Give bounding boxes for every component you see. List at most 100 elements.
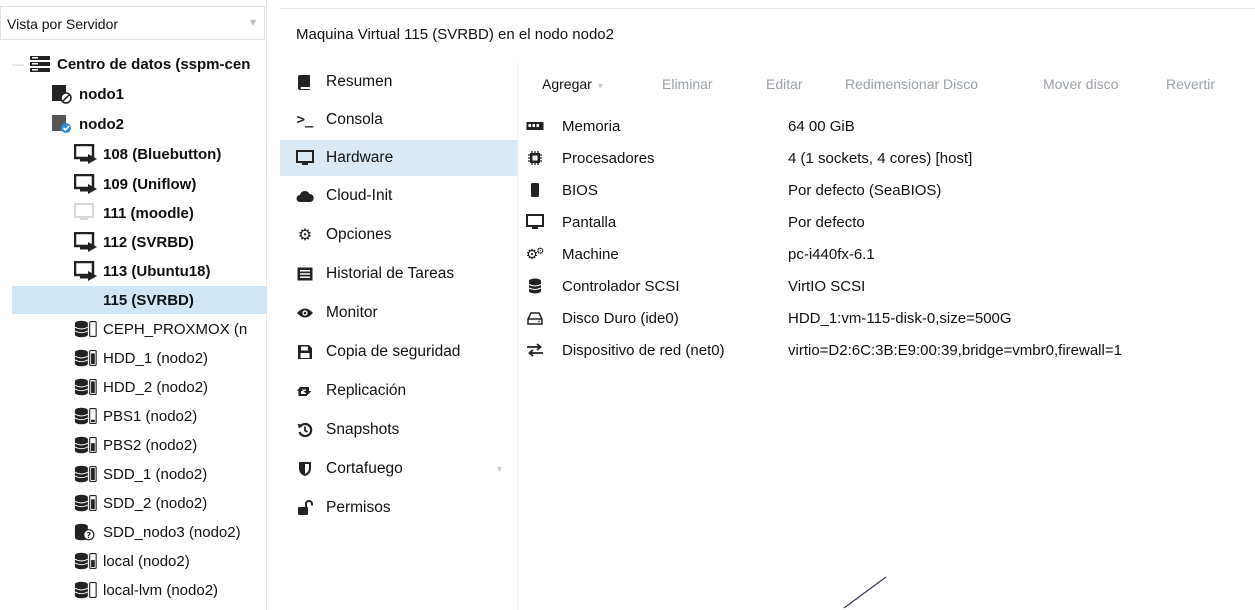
add-button[interactable]: Agregar ▾	[542, 76, 603, 92]
nav-item-cortafuego[interactable]: Cortafuego ▾	[280, 451, 518, 487]
nav-item-historial[interactable]: Historial de Tareas	[280, 256, 518, 292]
hardware-row-bios[interactable]: BIOS Por defecto (SeaBIOS)	[518, 174, 1255, 206]
resize-disk-button[interactable]: Redimensionar Disco	[845, 76, 978, 92]
storage-icon	[74, 580, 98, 600]
nav-item-label: Hardware	[326, 149, 394, 166]
nav-item-label: Monitor	[326, 304, 378, 321]
remove-button[interactable]: Eliminar	[662, 76, 713, 92]
nav-item-resumen[interactable]: Resumen	[280, 64, 518, 100]
tree-item-nodo2[interactable]: nodo2	[0, 110, 267, 138]
vm-running-icon	[74, 174, 98, 194]
hardware-row-scsi[interactable]: Controlador SCSI VirtIO SCSI	[518, 270, 1255, 302]
tree-item-storage-local[interactable]: local (nodo2)	[0, 547, 267, 575]
vm-selected-icon	[74, 290, 98, 310]
tree-item-label: local-lvm (nodo2)	[103, 581, 219, 599]
nav-item-opciones[interactable]: ⚙ Opciones	[280, 217, 518, 253]
hardware-name: Dispositivo de red (net0)	[562, 341, 725, 359]
tree-item-storage-sdd1[interactable]: SDD_1 (nodo2)	[0, 460, 267, 488]
hardware-row-disco[interactable]: Disco Duro (ide0) HDD_1:vm-115-disk-0,si…	[518, 302, 1255, 334]
nav-item-permisos[interactable]: Permisos	[280, 490, 518, 526]
storage-icon	[74, 377, 98, 397]
storage-icon	[74, 464, 98, 484]
tree-item-storage-sdd-nodo3[interactable]: ? SDD_nodo3 (nodo2)	[0, 518, 267, 546]
tree-item-label: PBS2 (nodo2)	[103, 436, 198, 454]
storage-icon	[74, 551, 98, 571]
tree-item-label: 109 (Uniflow)	[103, 175, 197, 193]
nav-item-monitor[interactable]: Monitor	[280, 295, 518, 331]
hardware-row-memoria[interactable]: Memoria 64 00 GiB	[518, 110, 1255, 142]
storage-icon	[74, 435, 98, 455]
hardware-name: Machine	[562, 245, 619, 263]
tree-item-storage-hdd1[interactable]: HDD_1 (nodo2)	[0, 344, 267, 372]
hardware-row-machine[interactable]: ⚙ ⚙ Machine pc-i440fx-6.1	[518, 238, 1255, 270]
cpu-icon	[522, 150, 548, 166]
nav-item-consola[interactable]: >_ Consola	[280, 102, 518, 138]
add-button-label: Agregar	[542, 76, 592, 92]
tree-item-label: local (nodo2)	[103, 552, 190, 570]
storage-icon	[74, 493, 98, 513]
tree-item-label: SDD_nodo3 (nodo2)	[103, 523, 241, 541]
hardware-row-procesadores[interactable]: Procesadores 4 (1 sockets, 4 cores) [hos…	[518, 142, 1255, 174]
edit-button[interactable]: Editar	[766, 76, 803, 92]
tree-item-storage-local-lvm[interactable]: local-lvm (nodo2)	[0, 576, 267, 604]
view-selector[interactable]: Vista por Servidor ▾	[0, 6, 265, 40]
revert-button[interactable]: Revertir	[1166, 76, 1215, 92]
tree-item-label: 111 (moodle)	[103, 204, 194, 222]
node-offline-icon	[50, 84, 74, 104]
tree-item-label: SDD_1 (nodo2)	[103, 465, 208, 483]
hardware-row-red[interactable]: Dispositivo de red (net0) virtio=D2:6C:3…	[518, 334, 1255, 366]
svg-text:?: ?	[86, 530, 91, 540]
vm-nav-menu: Resumen >_ Consola Hardware Cloud-Init ⚙…	[280, 62, 518, 610]
tree-item-label: 108 (Bluebutton)	[103, 145, 222, 163]
hardware-value: VirtIO SCSI	[788, 277, 866, 295]
hardware-name: Memoria	[562, 117, 621, 135]
chevron-down-icon[interactable]: ▾	[497, 464, 502, 475]
header-divider	[280, 8, 1255, 9]
tree-item-vm-115[interactable]: 115 (SVRBD)	[12, 286, 267, 314]
hardware-name: Procesadores	[562, 149, 655, 167]
tree-item-datacenter[interactable]: — Centro de datos (sspm-cen	[0, 50, 267, 78]
nav-item-label: Snapshots	[326, 421, 400, 438]
view-selector-value: Vista por Servidor	[7, 16, 119, 32]
microchip-icon	[522, 182, 548, 198]
tree-item-vm-113[interactable]: 113 (Ubuntu18)	[0, 257, 267, 285]
nav-item-copia-seguridad[interactable]: Copia de seguridad	[280, 334, 518, 370]
tree-item-vm-108[interactable]: 108 (Bluebutton)	[0, 140, 267, 168]
tree-item-label: Centro de datos (sspm-cen	[57, 55, 251, 73]
storage-icon	[74, 348, 98, 368]
node-online-icon	[50, 114, 74, 134]
nav-item-cloud-init[interactable]: Cloud-Init	[280, 178, 518, 214]
tree-item-vm-111[interactable]: 111 (moodle)	[0, 199, 267, 227]
hardware-name: Controlador SCSI	[562, 277, 680, 295]
tree-item-vm-109[interactable]: 109 (Uniflow)	[0, 170, 267, 198]
nav-item-label: Historial de Tareas	[326, 265, 455, 282]
nav-item-snapshots[interactable]: Snapshots	[280, 412, 518, 448]
hardware-value: Por defecto	[788, 213, 865, 231]
nav-item-hardware[interactable]: Hardware	[280, 140, 518, 176]
move-disk-button[interactable]: Mover disco	[1043, 76, 1118, 92]
tree-item-storage-ceph[interactable]: CEPH_PROXMOX (n	[0, 315, 267, 343]
resource-tree: Vista por Servidor ▾ — Centro de datos (…	[0, 0, 267, 610]
hardware-value: Por defecto (SeaBIOS)	[788, 181, 942, 199]
tree-item-nodo1[interactable]: nodo1	[0, 80, 267, 108]
hardware-row-pantalla[interactable]: Pantalla Por defecto	[518, 206, 1255, 238]
tree-item-label: HDD_2 (nodo2)	[103, 378, 209, 396]
database-icon	[522, 278, 548, 294]
tree-item-label: 115 (SVRBD)	[103, 291, 194, 309]
vm-running-icon	[74, 144, 98, 164]
tree-item-vm-112[interactable]: 112 (SVRBD)	[0, 228, 267, 256]
tree-item-storage-pbs2[interactable]: PBS2 (nodo2)	[0, 431, 267, 459]
tree-item-storage-sdd2[interactable]: SDD_2 (nodo2)	[0, 489, 267, 517]
tree-item-storage-hdd2[interactable]: HDD_2 (nodo2)	[0, 373, 267, 401]
floppy-icon	[294, 344, 316, 360]
datacenter-icon	[28, 54, 52, 74]
hardware-name: Disco Duro (ide0)	[562, 309, 679, 327]
vm-stopped-icon	[74, 203, 98, 223]
tree-item-label: 113 (Ubuntu18)	[103, 262, 211, 280]
hardware-value: 4 (1 sockets, 4 cores) [host]	[788, 149, 973, 167]
desktop-icon	[522, 214, 548, 230]
nav-item-replicacion[interactable]: Replicación	[280, 373, 518, 409]
tree-item-storage-pbs1[interactable]: PBS1 (nodo2)	[0, 402, 267, 430]
nav-item-label: Resumen	[326, 73, 393, 90]
storage-unknown-icon: ?	[74, 522, 98, 542]
